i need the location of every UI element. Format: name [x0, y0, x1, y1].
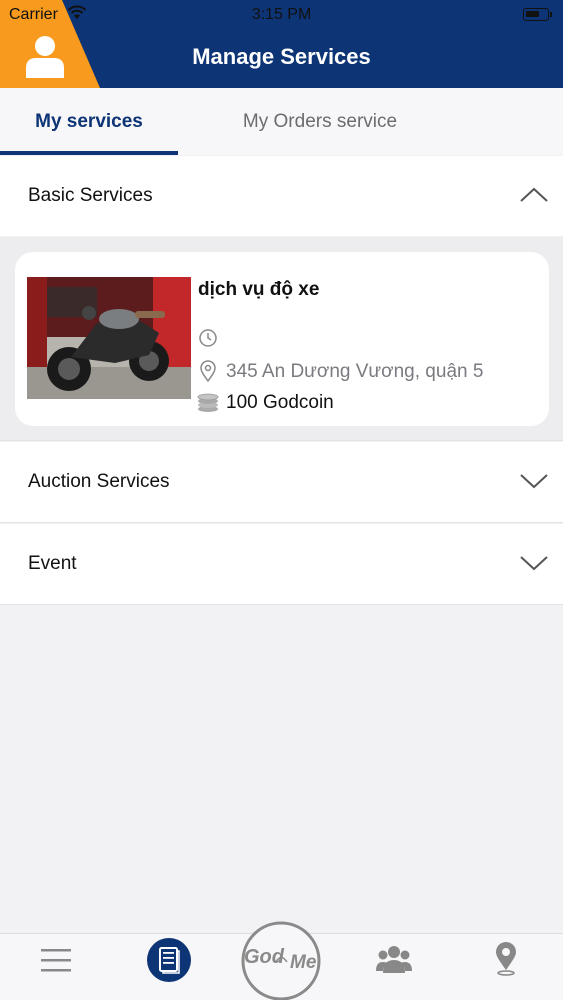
- motorbike-image: [27, 277, 191, 399]
- logo-text-god: God: [244, 946, 284, 968]
- battery-icon: [523, 8, 552, 21]
- coins-icon: [197, 393, 219, 412]
- event-header[interactable]: Event: [0, 524, 563, 604]
- auction-services-header[interactable]: Auction Services: [0, 442, 563, 522]
- logo-text-me: Me: [290, 952, 317, 973]
- basic-services-header[interactable]: Basic Services: [0, 156, 563, 236]
- divider: [0, 522, 563, 523]
- location-pin-icon[interactable]: [494, 942, 518, 976]
- service-title: dịch vụ độ xe: [198, 279, 320, 300]
- active-tab-indicator: [0, 151, 178, 155]
- menu-icon[interactable]: [40, 946, 72, 974]
- status-bar: Carrier 3:15 PM: [0, 0, 563, 30]
- divider: [0, 604, 563, 605]
- tab-bar: My services My Orders service: [0, 88, 563, 155]
- service-address: 345 An Dương Vương, quận 5: [226, 361, 484, 382]
- tab-my-orders-service[interactable]: My Orders service: [200, 88, 440, 155]
- godme-logo[interactable]: God Me: [240, 920, 322, 1000]
- service-price: 100 Godcoin: [226, 392, 334, 413]
- chevron-down-icon[interactable]: [519, 470, 549, 492]
- section-title-auction: Auction Services: [28, 471, 170, 492]
- basic-services-list: dịch vụ độ xe 345 An Dương Vương, quận 5…: [0, 237, 563, 440]
- document-icon[interactable]: [146, 937, 192, 983]
- app-header: Carrier 3:15 PM Manage Services: [0, 0, 563, 88]
- section-title-event: Event: [28, 553, 77, 574]
- section-title-basic: Basic Services: [28, 185, 153, 206]
- clock-icon: [199, 329, 217, 347]
- location-pin-icon: [200, 360, 216, 382]
- clock-time: 3:15 PM: [251, 6, 312, 23]
- bottom-navigation: God Me: [0, 921, 563, 1000]
- chevron-up-icon[interactable]: [519, 184, 549, 206]
- divider: [0, 440, 563, 441]
- service-card[interactable]: dịch vụ độ xe 345 An Dương Vương, quận 5…: [15, 252, 549, 426]
- group-icon[interactable]: [376, 944, 412, 974]
- chevron-down-icon[interactable]: [519, 552, 549, 574]
- tab-my-services[interactable]: My services: [0, 88, 178, 155]
- page-title: Manage Services: [192, 44, 371, 69]
